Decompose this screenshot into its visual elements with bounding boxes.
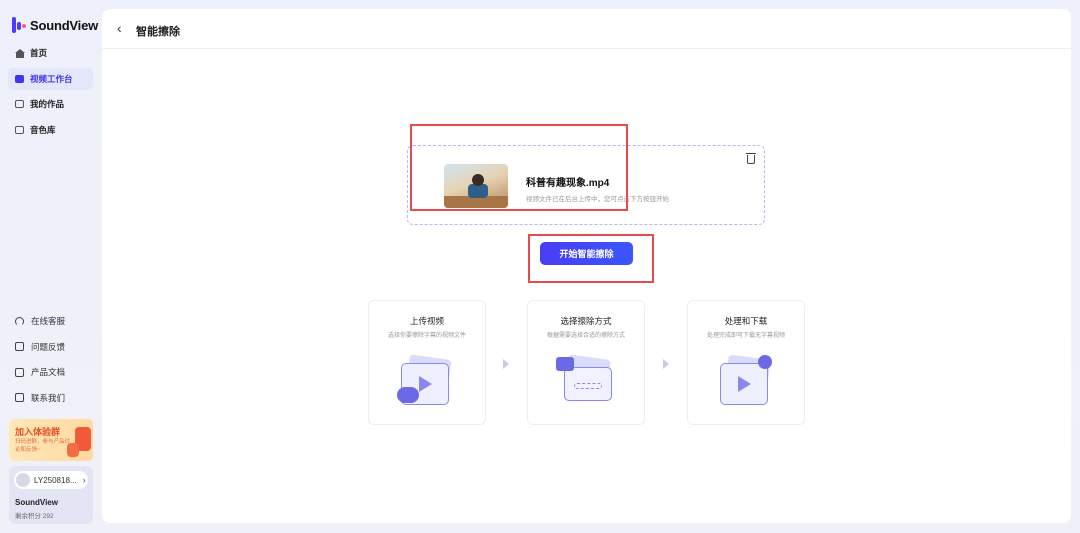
step-title: 处理和下载 [724, 316, 768, 326]
user-card: LY250818... › SoundView 剩余积分 292 [9, 466, 93, 524]
qr-code-icon [15, 393, 24, 402]
sidebar-item-online-support[interactable]: 在线客服 [8, 312, 93, 330]
process-download-illustration [716, 354, 778, 411]
start-erase-button[interactable]: 开始智能擦除 [540, 242, 633, 265]
select-method-illustration [556, 354, 618, 411]
video-workbench-icon [15, 74, 24, 83]
avatar [16, 473, 30, 487]
step-upload-video: 上传视频 选择你要擦除字幕的视频文件 [368, 300, 486, 425]
step-arrow-icon [503, 359, 509, 369]
step-select-method: 选择擦除方式 根据需要选择合适的擦除方式 [527, 300, 645, 425]
sidebar-item-voice-library[interactable]: 音色库 [8, 119, 93, 141]
user-menu[interactable]: LY250818... › [14, 471, 88, 489]
sidebar-item-label: 首页 [30, 48, 48, 58]
voice-library-icon [15, 125, 24, 134]
my-works-icon [15, 100, 24, 108]
chevron-right-icon: › [82, 475, 86, 485]
promo-title: 加入体验群 [15, 427, 61, 437]
sidebar-item-label: 联系我们 [31, 392, 66, 403]
step-process-download: 处理和下载 处理完成即可下载无字幕视频 [687, 300, 805, 425]
sidebar-item-docs[interactable]: 产品文档 [8, 363, 93, 381]
headset-icon [15, 316, 24, 326]
step-title: 上传视频 [409, 316, 444, 326]
step-desc: 处理完成即可下载无字幕视频 [706, 333, 785, 339]
main-nav: 首页 视频工作台 我的作品 音色库 [8, 42, 93, 144]
trash-icon[interactable] [746, 153, 756, 164]
sidebar-item-label: 音色库 [30, 124, 56, 135]
sidebar-item-home[interactable]: 首页 [8, 42, 93, 64]
sidebar-item-my-works[interactable]: 我的作品 [8, 93, 93, 115]
logo-icon [12, 17, 26, 33]
sidebar-item-contact[interactable]: 联系我们 [8, 389, 93, 407]
main-panel: ‹ 智能擦除 科普有趣现象.mp4 视频文件已在后台上传中，您可点击下方按钮开始… [102, 9, 1071, 523]
step-desc: 选择你要擦除字幕的视频文件 [387, 333, 466, 339]
upload-video-illustration [397, 354, 459, 411]
sidebar-item-label: 问题反馈 [31, 341, 66, 352]
logo[interactable]: SoundView [12, 17, 98, 33]
sidebar-item-label: 在线客服 [31, 316, 66, 326]
plan-name: SoundView [15, 498, 58, 507]
document-icon [15, 367, 24, 377]
support-nav: 在线客服 问题反馈 产品文档 联系我们 [8, 312, 93, 414]
mascot-small-icon [67, 443, 79, 457]
sidebar-item-label: 产品文档 [31, 367, 66, 377]
logo-text: SoundView [30, 17, 99, 33]
credits-remaining: 剩余积分 292 [15, 513, 54, 520]
page-header: ‹ 智能擦除 [102, 9, 1071, 49]
sidebar: SoundView 首页 视频工作台 我的作品 音色库 在线客服 问题反馈 产品… [0, 0, 101, 533]
join-group-banner[interactable]: 加入体验群 扫码进群，参与产品讨论和反馈~ [9, 419, 93, 461]
step-title: 选择擦除方式 [560, 316, 612, 326]
promo-subtitle: 扫码进群，参与产品讨论和反馈~ [15, 439, 71, 453]
back-arrow-icon[interactable]: ‹ [117, 20, 122, 36]
page-title: 智能擦除 [136, 26, 180, 38]
step-desc: 根据需要选择合适的擦除方式 [546, 333, 625, 339]
sidebar-item-label: 视频工作台 [30, 73, 73, 84]
sidebar-item-feedback[interactable]: 问题反馈 [8, 338, 93, 356]
user-name: LY250818... [34, 475, 77, 485]
mail-icon [15, 342, 24, 351]
highlight-box-file [410, 124, 628, 211]
home-icon [15, 49, 25, 58]
sidebar-item-video-workbench[interactable]: 视频工作台 [8, 67, 93, 90]
sidebar-item-label: 我的作品 [30, 99, 65, 109]
step-arrow-icon [663, 359, 669, 369]
